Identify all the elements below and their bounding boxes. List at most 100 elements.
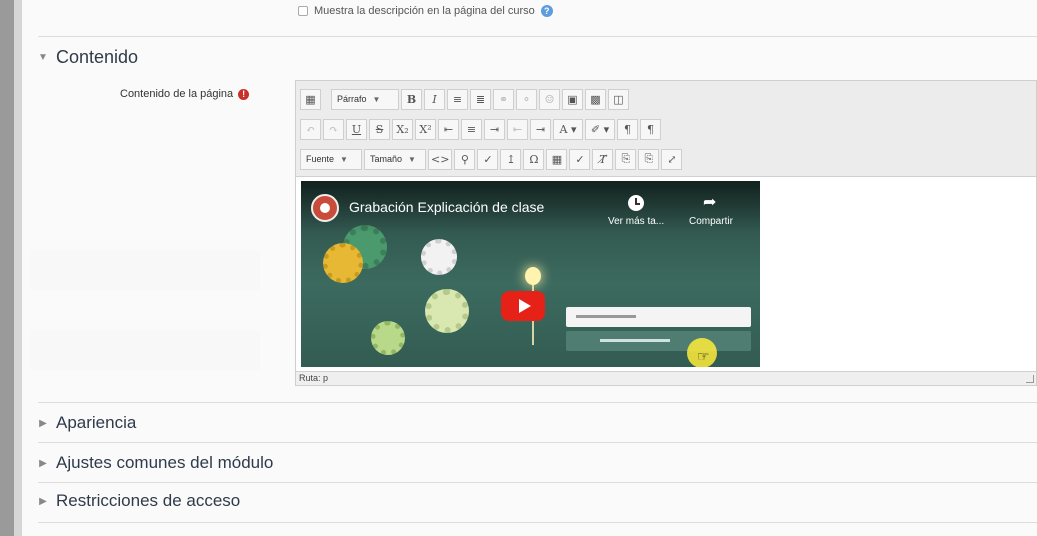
field-label-text: Contenido de la página <box>120 88 234 100</box>
strikethrough-icon[interactable]: S <box>369 118 390 140</box>
section-title: Contenido <box>56 47 139 67</box>
page-content: Muestra la descripción en la página del … <box>22 0 1037 536</box>
section-divider <box>38 36 1037 37</box>
html-editor: ▦ Párrafo ▼ B I ≡ ≣ ⚭ ⚬ ☺ ▣ ▩ ◫ ↶ ↷ U S … <box>295 80 1037 386</box>
section-header-ajustes-comunes[interactable]: ▶ Ajustes comunes del módulo <box>38 453 273 473</box>
video-card-graphic <box>566 331 751 351</box>
paragraph-select-value: Párrafo <box>337 94 367 104</box>
file-manager-icon[interactable]: ◫ <box>608 88 629 110</box>
play-icon[interactable] <box>501 291 545 321</box>
size-select-value: Tamaño <box>370 154 403 164</box>
editor-statusbar: Ruta: p <box>296 371 1036 385</box>
code-icon[interactable]: <> <box>428 148 453 170</box>
remove-format-icon[interactable]: T̸ <box>592 148 614 170</box>
watch-later-label: Ver más ta... <box>608 216 665 227</box>
help-icon[interactable]: ? <box>540 5 553 17</box>
gear-graphic <box>421 239 457 275</box>
underline-icon[interactable]: U <box>346 118 367 140</box>
undo-icon[interactable]: ↶ <box>300 118 321 140</box>
section-title: Restricciones de acceso <box>56 491 241 510</box>
share-icon <box>703 192 719 212</box>
toggle-toolbar-icon[interactable]: ▦ <box>300 88 321 110</box>
rtl-icon[interactable]: ¶ <box>640 118 661 140</box>
ordered-list-icon[interactable]: ≣ <box>470 88 491 110</box>
show-description-option[interactable]: Muestra la descripción en la página del … <box>298 5 553 17</box>
upload-icon[interactable]: ↥ <box>500 148 522 170</box>
expand-caret-icon: ▶ <box>39 417 47 429</box>
video-title[interactable]: Grabación Explicación de clase <box>349 199 544 215</box>
toolbar-row-3: Fuente ▼ Tamaño ▼ <> ⚲ ✓ ↥ Ω ▦ ✓ T̸ ⎘ ⎘ … <box>300 147 683 171</box>
section-header-apariencia[interactable]: ▶ Apariencia <box>38 413 136 433</box>
background-color-icon[interactable]: ✐ ▾ <box>585 118 615 140</box>
chevron-down-icon: ▼ <box>340 154 348 164</box>
unlink-icon[interactable]: ⚬ <box>516 88 537 110</box>
align-center-icon[interactable]: ≡ <box>461 118 482 140</box>
share-button[interactable]: Compartir <box>689 192 733 227</box>
clock-icon <box>628 195 645 211</box>
unordered-list-icon[interactable]: ≡ <box>447 88 468 110</box>
gear-graphic <box>371 321 405 355</box>
font-size-select[interactable]: Tamaño ▼ <box>364 148 426 170</box>
collapse-caret-icon: ▼ <box>38 52 48 63</box>
gear-graphic <box>425 289 469 333</box>
editor-content-area[interactable]: Grabación Explicación de clase Ver más t… <box>296 177 1036 371</box>
field-label-page-content: Contenido de la página ! <box>120 88 250 100</box>
video-card-graphic <box>566 307 751 327</box>
font-family-select[interactable]: Fuente ▼ <box>300 148 362 170</box>
paragraph-format-select[interactable]: Párrafo ▼ <box>331 88 399 110</box>
element-path: Ruta: p <box>299 373 329 383</box>
show-description-label: Muestra la descripción en la página del … <box>314 5 535 17</box>
paste-word-icon[interactable]: ⎘ <box>638 148 660 170</box>
left-edge-shade <box>14 0 22 536</box>
italic-icon[interactable]: I <box>424 88 445 110</box>
gear-graphic <box>323 243 363 283</box>
toolbar-row-1: ▦ Párrafo ▼ B I ≡ ≣ ⚭ ⚬ ☺ ▣ ▩ ◫ <box>300 87 629 111</box>
channel-avatar[interactable] <box>311 194 339 222</box>
watch-later-button[interactable]: Ver más ta... <box>608 195 664 227</box>
spellcheck-icon[interactable]: ✓ <box>477 148 499 170</box>
table-icon[interactable]: ▦ <box>546 148 568 170</box>
section-header-contenido[interactable]: ▼ Contenido <box>38 47 138 68</box>
section-title: Apariencia <box>56 413 137 432</box>
exclamation-icon: ! <box>238 88 250 100</box>
left-edge-bar <box>0 0 14 536</box>
fullscreen-icon[interactable]: ⤢ <box>661 148 683 170</box>
section-header-restricciones[interactable]: ▶ Restricciones de acceso <box>38 491 240 511</box>
section-divider <box>38 482 1037 483</box>
text-color-icon[interactable]: A ▾ <box>553 118 583 140</box>
section-title: Ajustes comunes del módulo <box>56 453 274 472</box>
superscript-icon[interactable]: X² <box>415 118 436 140</box>
share-label: Compartir <box>689 216 733 227</box>
section-divider <box>38 402 1037 403</box>
embedded-video[interactable]: Grabación Explicación de clase Ver más t… <box>301 181 760 367</box>
lightbulb-graphic <box>525 267 541 285</box>
subscript-icon[interactable]: X₂ <box>392 118 413 140</box>
section-divider <box>38 522 1037 523</box>
expand-caret-icon: ▶ <box>39 457 47 469</box>
paste-text-icon[interactable]: ⎘ <box>615 148 637 170</box>
resize-handle-icon[interactable] <box>1026 375 1034 383</box>
show-description-checkbox[interactable] <box>298 6 308 16</box>
hand-cursor-icon: ☞ <box>697 348 710 364</box>
expand-caret-icon: ▶ <box>39 495 47 507</box>
editor-toolbar: ▦ Párrafo ▼ B I ≡ ≣ ⚭ ⚬ ☺ ▣ ▩ ◫ ↶ ↷ U S … <box>296 81 1036 177</box>
media-icon[interactable]: ▩ <box>585 88 606 110</box>
link-icon[interactable]: ⚭ <box>493 88 514 110</box>
indent-icon[interactable]: ⇥ <box>530 118 551 140</box>
chevron-down-icon: ▼ <box>408 154 416 164</box>
bold-icon[interactable]: B <box>401 88 422 110</box>
toolbar-row-2: ↶ ↷ U S X₂ X² ⇤ ≡ ⇥ ⇤ ⇥ A ▾ ✐ ▾ ¶ ¶ <box>300 117 661 141</box>
section-divider <box>38 442 1037 443</box>
chevron-down-icon: ▼ <box>372 94 381 104</box>
redo-icon[interactable]: ↷ <box>323 118 344 140</box>
ltr-icon[interactable]: ¶ <box>617 118 638 140</box>
align-right-icon[interactable]: ⇥ <box>484 118 505 140</box>
outdent-icon[interactable]: ⇤ <box>507 118 528 140</box>
align-left-icon[interactable]: ⇤ <box>438 118 459 140</box>
clean-format-icon[interactable]: ✓ <box>569 148 591 170</box>
special-char-icon[interactable]: Ω <box>523 148 545 170</box>
font-select-value: Fuente <box>306 154 335 164</box>
emoticon-icon[interactable]: ☺ <box>539 88 560 110</box>
search-replace-icon[interactable]: ⚲ <box>454 148 476 170</box>
image-icon[interactable]: ▣ <box>562 88 583 110</box>
